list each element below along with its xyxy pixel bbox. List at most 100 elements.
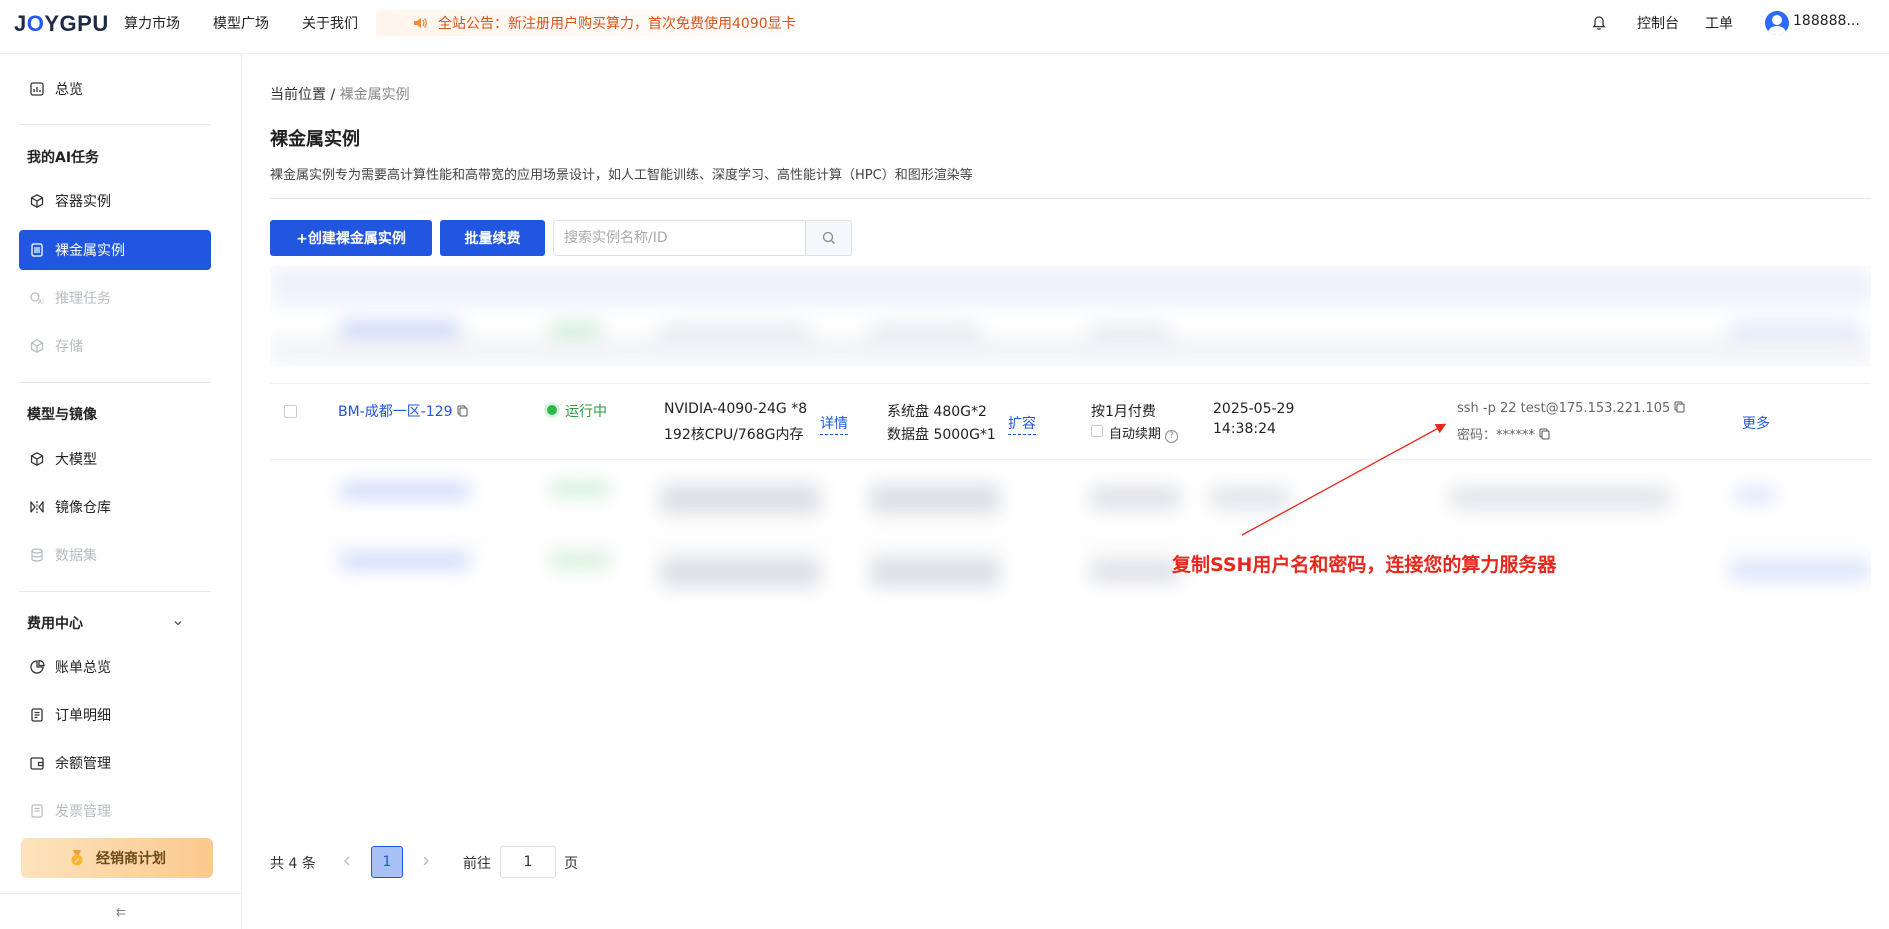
section-ai-tasks: 我的AI任务 <box>27 150 100 166</box>
gpu-spec: NVIDIA-4090-24G *8 <box>664 401 808 417</box>
password-value: ****** <box>1496 428 1536 443</box>
page-unit-label: 页 <box>564 856 578 872</box>
sidebar-item-label: 裸金属实例 <box>55 243 125 259</box>
sidebar-item-label: 余额管理 <box>55 756 111 772</box>
auto-renew-checkbox[interactable] <box>1091 425 1103 437</box>
blurred-table-header <box>270 266 1871 366</box>
page-number-current[interactable]: 1 <box>371 846 403 878</box>
sidebar-item-bill-overview[interactable]: 账单总览 <box>19 647 211 687</box>
breadcrumb-prefix[interactable]: 当前位置 <box>270 87 326 103</box>
sidebar-item-inference[interactable]: AI 推理任务 <box>19 278 211 318</box>
password-label: 密码： <box>1457 428 1497 443</box>
search-input[interactable] <box>553 220 806 256</box>
prev-page-button[interactable] <box>339 851 355 871</box>
sidebar-item-storage[interactable]: 存储 <box>19 326 211 366</box>
goto-label: 前往 <box>463 856 491 872</box>
divider <box>270 459 1871 460</box>
sidebar-item-dataset[interactable]: 数据集 <box>19 535 211 575</box>
sidebar-item-label: 账单总览 <box>55 660 111 676</box>
console-link[interactable]: 控制台 <box>1637 13 1679 33</box>
chevron-left-icon <box>344 856 350 866</box>
billing-type: 按1月付费 <box>1091 404 1156 420</box>
system-disk: 系统盘 480G*2 <box>887 404 987 420</box>
breadcrumb-separator: / <box>330 87 336 103</box>
search-icon <box>822 231 835 244</box>
sidebar: 总览 我的AI任务 容器实例 裸金属实例 AI 推理任务 存储 模型与镜像 大模… <box>0 54 242 929</box>
ticket-link[interactable]: 工单 <box>1705 13 1733 33</box>
sidebar-item-container[interactable]: 容器实例 <box>19 181 211 221</box>
sidebar-item-overview[interactable]: 总览 <box>19 69 211 109</box>
username[interactable]: 188888... <box>1793 13 1860 29</box>
expand-link[interactable]: 扩容 <box>1008 413 1036 435</box>
ssh-command: ssh -p 22 test@175.153.221.105 <box>1457 401 1685 416</box>
document-icon <box>31 708 43 722</box>
dealer-plan-label: 经销商计划 <box>96 851 166 867</box>
database-icon <box>31 548 43 562</box>
pagination-total: 共 4 条 <box>270 856 316 872</box>
status-dot <box>547 405 557 415</box>
top-nav: 算力市场 模型广场 关于我们 <box>124 0 358 46</box>
divider <box>270 198 1871 199</box>
nav-compute-market[interactable]: 算力市场 <box>124 13 180 33</box>
breadcrumb: 当前位置 / 裸金属实例 <box>270 84 410 104</box>
avatar[interactable] <box>1765 11 1789 35</box>
logo[interactable]: JOYGPU <box>14 11 109 37</box>
goto-page-input[interactable] <box>500 846 556 878</box>
sidebar-item-label: 发票管理 <box>55 804 111 820</box>
copy-icon[interactable] <box>457 405 468 417</box>
auto-renew-option[interactable]: 自动续期? <box>1109 423 1179 443</box>
divider <box>270 383 1871 384</box>
sidebar-item-label: 镜像仓库 <box>55 500 111 516</box>
top-bar: JOYGPU 算力市场 模型广场 关于我们 全站公告：新注册用户购买算力，首次免… <box>0 0 1889 54</box>
collapse-sidebar-button[interactable]: ⇇ <box>0 893 242 929</box>
sidebar-item-orders[interactable]: 订单明细 <box>19 695 211 735</box>
chevron-right-icon <box>423 856 429 866</box>
create-instance-button[interactable]: +创建裸金属实例 <box>270 220 432 256</box>
sidebar-item-image-repo[interactable]: 镜像仓库 <box>19 487 211 527</box>
instance-name-link[interactable]: BM-成都一区-129 <box>338 401 468 421</box>
detail-link[interactable]: 详情 <box>820 413 848 435</box>
ssh-text: ssh -p 22 test@175.153.221.105 <box>1457 401 1671 416</box>
sidebar-item-invoice[interactable]: 发票管理 <box>19 791 211 831</box>
auto-renew-label: 自动续期 <box>1109 427 1162 442</box>
section-models: 模型与镜像 <box>27 407 97 423</box>
blurred-table-rows <box>270 462 1871 622</box>
data-disk: 数据盘 5000G*1 <box>887 427 996 443</box>
nav-model-plaza[interactable]: 模型广场 <box>213 13 269 33</box>
divider <box>19 124 211 125</box>
cube-icon <box>30 194 44 208</box>
sidebar-item-baremetal[interactable]: 裸金属实例 <box>19 230 211 270</box>
sidebar-item-llm[interactable]: 大模型 <box>19 439 211 479</box>
help-icon[interactable]: ? <box>1165 429 1179 443</box>
sidebar-item-label: 容器实例 <box>55 194 111 210</box>
copy-password-icon[interactable] <box>1539 428 1550 440</box>
instance-name[interactable]: BM-成都一区-129 <box>338 404 453 420</box>
medal-icon: ✓ <box>71 850 83 866</box>
pie-chart-icon <box>30 659 45 674</box>
row-checkbox[interactable] <box>284 405 297 418</box>
dealer-plan-button[interactable]: ✓ 经销商计划 <box>21 838 213 878</box>
nav-about-us[interactable]: 关于我们 <box>302 13 358 33</box>
sidebar-item-label: 数据集 <box>55 548 97 564</box>
cpu-mem-spec: 192核CPU/768G内存 <box>664 427 804 443</box>
bell-icon[interactable] <box>1591 15 1607 31</box>
server-icon <box>31 243 43 257</box>
next-page-button[interactable] <box>418 851 434 871</box>
copy-ssh-icon[interactable] <box>1674 401 1685 413</box>
model-cube-icon <box>30 452 44 466</box>
page-description: 裸金属实例专为需要高计算性能和高带宽的应用场景设计，如人工智能训练、深度学习、高… <box>270 168 973 183</box>
dashboard-icon <box>30 82 44 96</box>
divider <box>19 382 211 383</box>
status-badge: 运行中 <box>565 404 607 420</box>
svg-text:AI: AI <box>38 299 44 306</box>
search-button[interactable] <box>805 220 852 256</box>
annotation-text: 复制SSH用户名和密码，连接您的算力服务器 <box>1172 554 1557 576</box>
divider <box>19 591 211 592</box>
batch-renew-button[interactable]: 批量续费 <box>440 220 545 256</box>
sidebar-item-label: 大模型 <box>55 452 97 468</box>
section-billing[interactable]: 费用中心 <box>27 613 83 633</box>
sidebar-item-balance[interactable]: 余额管理 <box>19 743 211 783</box>
chevron-down-icon[interactable] <box>172 617 184 629</box>
more-button[interactable]: 更多 <box>1742 413 1770 433</box>
annotation-arrow <box>1241 423 1447 536</box>
